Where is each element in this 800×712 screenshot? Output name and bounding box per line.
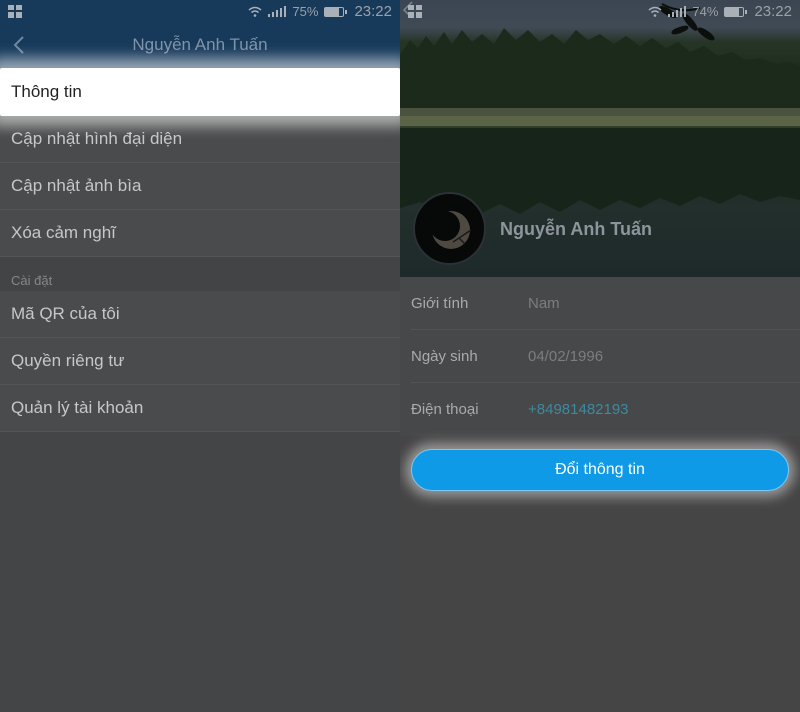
birthday-value: 04/02/1996 xyxy=(528,347,604,365)
birthday-label: Ngày sinh xyxy=(411,347,478,365)
info-row-phone: Điện thoại +84981482193 xyxy=(411,383,800,436)
right-screen: Nguyễn Anh Tuấn 74% 23:22 Giới tính Nam … xyxy=(400,0,800,712)
gender-label: Giới tính xyxy=(411,294,469,312)
change-info-button[interactable]: Đổi thông tin xyxy=(411,449,789,491)
moon-icon xyxy=(430,211,472,249)
settings-section-label: Cài đặt xyxy=(0,257,400,291)
battery-icon xyxy=(324,6,348,17)
profile-name: Nguyễn Anh Tuấn xyxy=(500,219,652,239)
clock: 23:22 xyxy=(354,3,392,20)
info-row-birthday: Ngày sinh 04/02/1996 xyxy=(411,330,800,383)
menu-item-account-management[interactable]: Quản lý tài khoản xyxy=(0,385,400,432)
status-bar: 75% 23:22 xyxy=(0,0,400,23)
gender-value: Nam xyxy=(528,294,560,312)
profile-info: Giới tính Nam Ngày sinh 04/02/1996 Điện … xyxy=(400,277,800,436)
battery-percent: 75% xyxy=(292,4,319,19)
signal-icon xyxy=(667,6,687,17)
avatar[interactable] xyxy=(413,192,486,265)
menu-item-qr-code[interactable]: Mã QR của tôi xyxy=(0,291,400,338)
signal-icon xyxy=(267,6,287,17)
info-row-gender: Giới tính Nam xyxy=(411,277,800,330)
options-menu: Thông tin Cập nhật hình đại diện Cập nhậ… xyxy=(0,68,400,432)
windows-icon xyxy=(8,5,22,18)
windows-icon xyxy=(408,5,422,18)
phone-link[interactable]: +84981482193 xyxy=(528,401,629,418)
wifi-icon xyxy=(648,6,662,17)
left-screen: Nguyễn Anh Tuấn 75% 23:22 Thông tin Cập … xyxy=(0,0,400,712)
phone-label: Điện thoại xyxy=(411,401,479,418)
menu-item-update-cover[interactable]: Cập nhật ảnh bìa xyxy=(0,163,400,210)
header-title: Nguyễn Anh Tuấn xyxy=(132,35,268,54)
battery-percent: 74% xyxy=(692,4,719,19)
battery-icon xyxy=(724,6,748,17)
menu-item-update-avatar[interactable]: Cập nhật hình đại diện xyxy=(0,116,400,163)
menu-item-delete-status[interactable]: Xóa cảm nghĩ xyxy=(0,210,400,257)
cover-photo: Nguyễn Anh Tuấn xyxy=(400,0,800,277)
wifi-icon xyxy=(248,6,262,17)
menu-item-privacy[interactable]: Quyền riêng tư xyxy=(0,338,400,385)
status-bar: 74% 23:22 xyxy=(400,0,800,23)
clock: 23:22 xyxy=(754,3,792,20)
menu-item-info[interactable]: Thông tin xyxy=(0,68,400,116)
